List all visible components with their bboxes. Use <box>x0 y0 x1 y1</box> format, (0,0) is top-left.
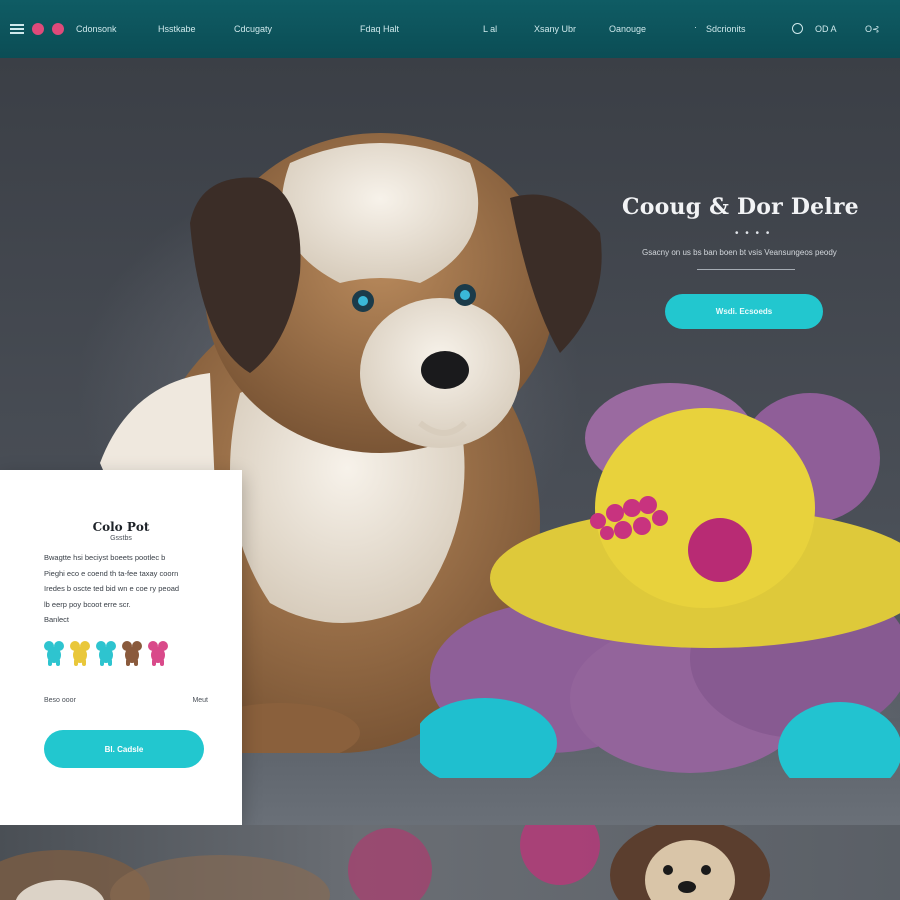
card-text-line: Pieghi eco e coend th ta-fee taxay coorn <box>44 568 179 578</box>
plush-toy-illustration <box>420 383 900 778</box>
pink-dot-icon[interactable] <box>52 23 64 35</box>
menu-icon[interactable] <box>10 24 24 34</box>
card-text-line: Bwagtte hsi beciyst boeets pootlec b <box>44 553 166 562</box>
nav-link[interactable]: Oanouge <box>609 24 646 34</box>
card-meta-left: Beso ooor <box>44 697 76 704</box>
nav-link[interactable]: Cdcugaty <box>234 24 272 34</box>
card-description: Bwagtte hsi beciyst boeets pootlec b Pie… <box>44 550 204 628</box>
toy-variant-swatch[interactable] <box>43 640 65 666</box>
hero-divider <box>697 269 795 270</box>
toy-variant-swatch[interactable] <box>95 640 117 666</box>
search-icon[interactable] <box>792 23 803 34</box>
toy-variant-swatch[interactable] <box>69 640 91 666</box>
nav-link[interactable]: L al <box>483 24 497 34</box>
card-subtitle: Gsstbs <box>110 535 132 542</box>
hero-cta-button[interactable]: Wsdi. Ecsoeds <box>665 294 823 329</box>
add-to-cart-button[interactable]: Bl. Cadsle <box>44 730 204 768</box>
nav-link[interactable]: Sdcrionits <box>706 24 746 34</box>
share-icon[interactable]: O⊰ <box>865 24 880 35</box>
hero-subtitle: Gsacny on us bs ban boen bt vsis Veansun… <box>642 248 837 257</box>
card-title: Cоlo Pоt <box>92 520 150 534</box>
gallery-strip <box>0 825 900 900</box>
product-card: Cоlo Pоt Gsstbs Bwagtte hsi beciyst boee… <box>0 470 242 826</box>
nav-link[interactable]: Xsany Ubr <box>534 24 576 34</box>
gallery-strip-image <box>0 825 770 900</box>
hero-title: Coоug & Dоr Delre <box>622 194 859 220</box>
card-meta-row: Beso ooor Meut <box>44 697 208 704</box>
toy-variant-swatch[interactable] <box>147 640 169 666</box>
nav-link[interactable]: Hsstkabe <box>158 24 196 34</box>
toy-variant-swatch[interactable] <box>121 640 143 666</box>
hero-dots: • • • • <box>735 228 772 239</box>
toy-variant-swatches <box>43 640 173 670</box>
account-link[interactable]: OD A <box>815 24 837 34</box>
card-text-line: Banlect <box>44 615 70 624</box>
pink-dot-icon[interactable] <box>32 23 44 35</box>
nav-link[interactable]: Cdonsonk <box>76 24 117 34</box>
card-meta-right[interactable]: Meut <box>192 697 208 704</box>
nav-bullet: · <box>694 22 697 32</box>
card-text-line: lb eerp poy bcoot erre scr. <box>44 599 131 609</box>
card-text-line: Iredes b oscte ted bid wn e coe ry peoad <box>44 584 180 593</box>
nav-link[interactable]: Fdaq Halt <box>360 24 399 34</box>
top-navigation-bar: Cdonsonk <box>0 0 900 58</box>
